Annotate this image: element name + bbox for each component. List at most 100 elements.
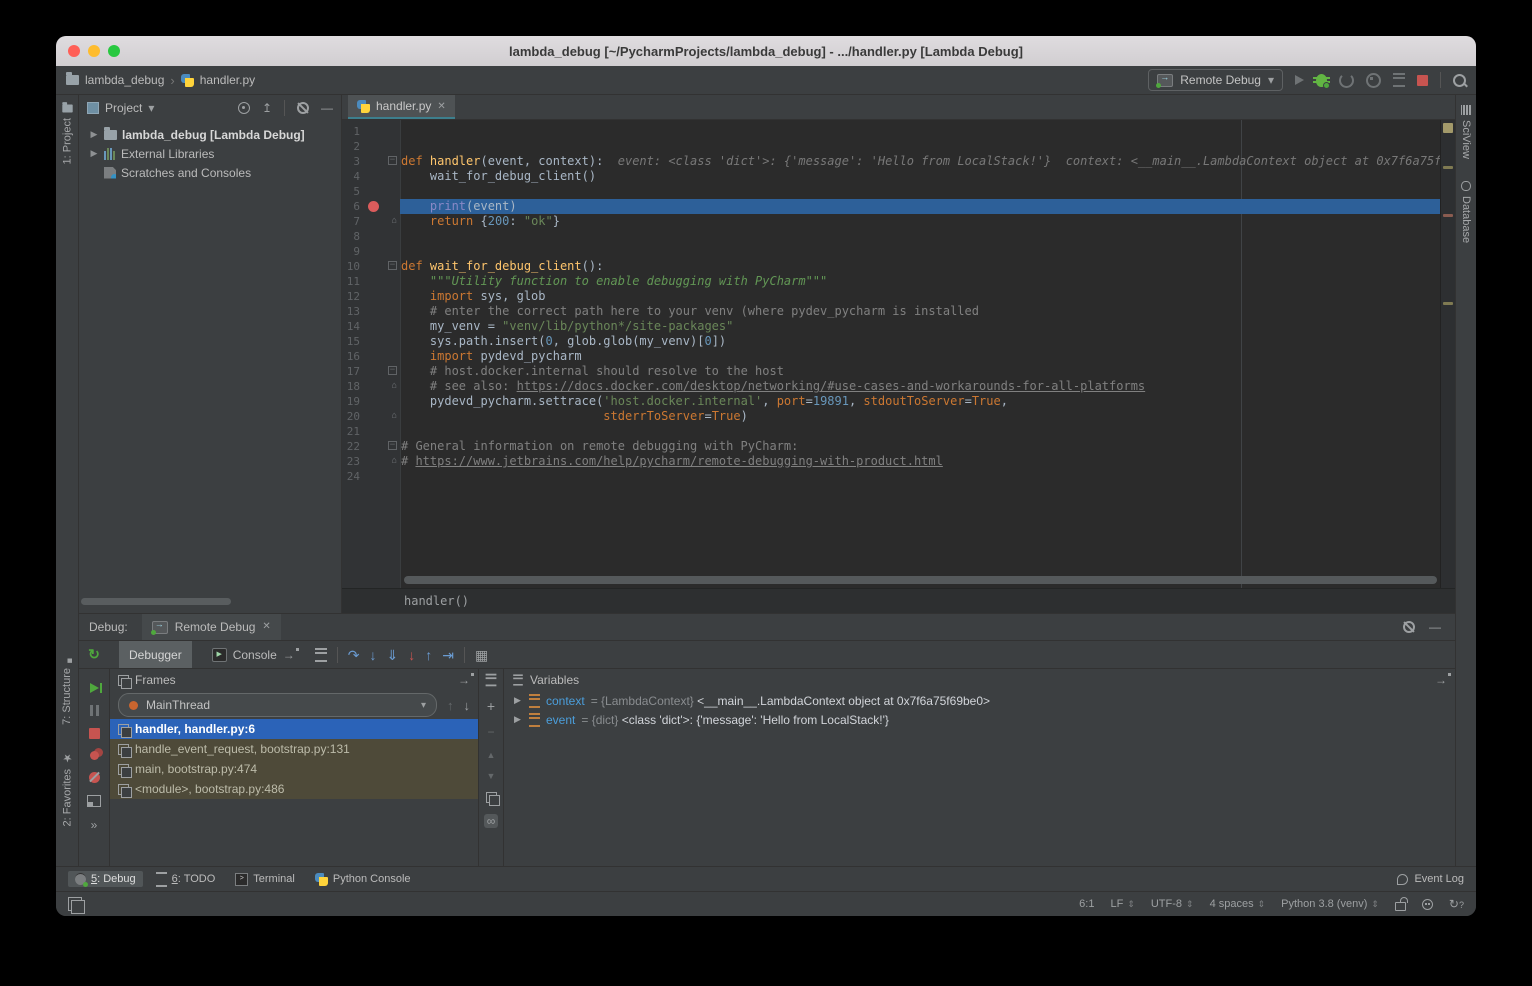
breadcrumb-file[interactable]: handler.py [200, 73, 255, 87]
line-separator-widget[interactable]: LF⇕ [1110, 898, 1134, 910]
code-line-21[interactable]: 21 [342, 424, 1441, 439]
tool-stripe-sciview[interactable]: SciView [1460, 105, 1472, 159]
code-line-7[interactable]: 7⌂ return {200: "ok"} [342, 214, 1441, 229]
code-line-12[interactable]: 12 import sys, glob [342, 289, 1441, 304]
view-breakpoints-icon[interactable] [90, 751, 99, 760]
rerun-icon[interactable]: ↻ [79, 646, 109, 663]
event-log-icon[interactable] [1397, 874, 1408, 885]
tool-stripe-project[interactable]: 1: Project [61, 103, 74, 164]
code-editor[interactable]: 123−def handler(event, context): event: … [342, 120, 1455, 588]
frame-row[interactable]: handle_event_request, bootstrap.py:131 [110, 739, 478, 759]
fold-open-icon[interactable]: − [388, 441, 397, 450]
zoom-window-button[interactable] [108, 45, 120, 57]
frame-row[interactable]: handler, handler.py:6 [110, 719, 478, 739]
fold-open-icon[interactable]: − [388, 261, 397, 270]
duplicate-watch-icon[interactable] [486, 792, 497, 803]
focus-on-output-icon[interactable]: → [283, 648, 295, 662]
fold-open-icon[interactable]: − [388, 156, 397, 165]
view-as-table-icon[interactable]: ▦ [475, 648, 488, 662]
restore-layout-icon[interactable] [87, 795, 101, 807]
frame-row[interactable]: main, bootstrap.py:474 [110, 759, 478, 779]
run-button[interactable] [1295, 75, 1304, 85]
variable-row[interactable]: ▶context = {LambdaContext} <__main__.Lam… [504, 691, 1455, 710]
stop-button[interactable] [1417, 75, 1428, 86]
breadcrumb-project[interactable]: lambda_debug [85, 73, 164, 87]
tab-console[interactable]: ▶ Console → [202, 641, 305, 668]
collapse-all-icon[interactable]: ↥ [262, 102, 272, 114]
code-line-18[interactable]: 18⌂ # see also: https://docs.docker.com/… [342, 379, 1441, 394]
code-line-5[interactable]: 5 [342, 184, 1441, 199]
fold-end-icon[interactable]: ⌂ [392, 456, 397, 466]
fold-end-icon[interactable]: ⌂ [392, 216, 397, 226]
debug-button[interactable] [1316, 74, 1327, 87]
gear-icon[interactable] [297, 102, 309, 114]
thread-selector[interactable]: MainThread ▾ [118, 693, 437, 717]
layout-settings-icon[interactable] [315, 648, 327, 662]
hide-debug-panel-icon[interactable]: — [1429, 621, 1441, 633]
code-line-8[interactable]: 8 [342, 229, 1441, 244]
remove-watch-icon[interactable]: − [487, 725, 494, 739]
gear-icon[interactable] [1403, 621, 1415, 633]
profiler-button[interactable] [1339, 73, 1354, 88]
toolwindow-tab-debug[interactable]: 5: Debug [68, 871, 143, 887]
next-frame-icon[interactable]: ↓ [464, 698, 471, 713]
search-everywhere-icon[interactable] [1453, 74, 1466, 87]
mute-breakpoints-icon[interactable] [89, 772, 100, 783]
interpreter-widget[interactable]: Python 3.8 (venv)⇕ [1281, 898, 1379, 910]
editor-hscrollbar[interactable] [404, 576, 1437, 584]
project-panel-title[interactable]: Project [105, 101, 142, 115]
step-out-icon[interactable]: ↑ [425, 648, 432, 662]
expand-arrow-icon[interactable]: ▶ [89, 148, 99, 159]
indent-widget[interactable]: 4 spaces⇕ [1210, 898, 1266, 910]
stop-process-icon[interactable] [89, 728, 100, 739]
update-status-icon[interactable]: ↻? [1449, 898, 1464, 910]
force-step-into-icon[interactable]: ↓ [408, 648, 415, 662]
minimize-window-button[interactable] [88, 45, 100, 57]
code-line-19[interactable]: 19 pydevd_pycharm.settrace('host.docker.… [342, 394, 1441, 409]
code-line-15[interactable]: 15 sys.path.insert(0, glob.glob(my_venv)… [342, 334, 1441, 349]
breakpoint-icon[interactable] [368, 201, 379, 212]
coverage-button[interactable] [1366, 73, 1381, 88]
code-line-11[interactable]: 11 """Utility function to enable debuggi… [342, 274, 1441, 289]
run-to-cursor-icon[interactable]: ⇥ [442, 648, 454, 662]
project-hscrollbar[interactable] [81, 598, 231, 605]
fold-end-icon[interactable]: ⌂ [392, 381, 397, 391]
toggle-tool-window-bars-icon[interactable] [68, 897, 82, 911]
tool-stripe-database[interactable]: Database [1460, 181, 1472, 243]
expand-arrow-icon[interactable]: ▶ [89, 129, 99, 140]
project-tree-item[interactable]: ▶External Libraries [79, 144, 341, 163]
move-watch-down-icon[interactable]: ▼ [487, 771, 496, 781]
close-session-icon[interactable]: ✕ [262, 622, 270, 632]
code-line-17[interactable]: 17− # host.docker.internal should resolv… [342, 364, 1441, 379]
caret-position[interactable]: 6:1 [1079, 898, 1094, 910]
project-tree-item[interactable]: Scratches and Consoles [79, 163, 341, 182]
code-line-2[interactable]: 2 [342, 139, 1441, 154]
code-line-20[interactable]: 20⌂ stderrToServer=True) [342, 409, 1441, 424]
toolwindow-tab-terminal[interactable]: >Terminal [228, 871, 302, 888]
step-over-icon[interactable]: ↷ [348, 648, 360, 662]
read-only-lock-icon[interactable] [1395, 902, 1406, 911]
smart-step-into-icon[interactable]: ⇓ [386, 648, 398, 662]
hide-panel-icon[interactable]: — [321, 102, 333, 114]
code-line-23[interactable]: 23⌂# https://www.jetbrains.com/help/pych… [342, 454, 1441, 469]
code-line-3[interactable]: 3−def handler(event, context): event: <c… [342, 154, 1441, 169]
warning-mark[interactable] [1443, 166, 1453, 169]
expand-arrow-icon[interactable]: ▶ [514, 695, 523, 706]
add-watch-icon[interactable]: + [487, 698, 495, 714]
toolwindow-tab-todo[interactable]: 6: TODO [149, 870, 223, 889]
close-window-button[interactable] [68, 45, 80, 57]
fold-end-icon[interactable]: ⌂ [392, 411, 397, 421]
show-watches-icon[interactable]: ∞ [484, 814, 499, 828]
chevron-down-icon[interactable]: ▾ [148, 102, 154, 114]
code-line-9[interactable]: 9 [342, 244, 1441, 259]
more-actions-icon[interactable]: » [91, 819, 98, 831]
code-line-24[interactable]: 24 [342, 469, 1441, 484]
fold-open-icon[interactable]: − [388, 366, 397, 375]
code-line-1[interactable]: 1 [342, 124, 1441, 139]
encoding-widget[interactable]: UTF-8⇕ [1151, 898, 1194, 910]
move-watch-up-icon[interactable]: ▲ [487, 750, 496, 760]
resume-program-icon[interactable] [90, 683, 99, 693]
project-tree-item[interactable]: ▶lambda_debug [Lambda Debug] [79, 125, 341, 144]
tab-debugger[interactable]: Debugger [119, 641, 192, 668]
code-line-16[interactable]: 16 import pydevd_pycharm [342, 349, 1441, 364]
